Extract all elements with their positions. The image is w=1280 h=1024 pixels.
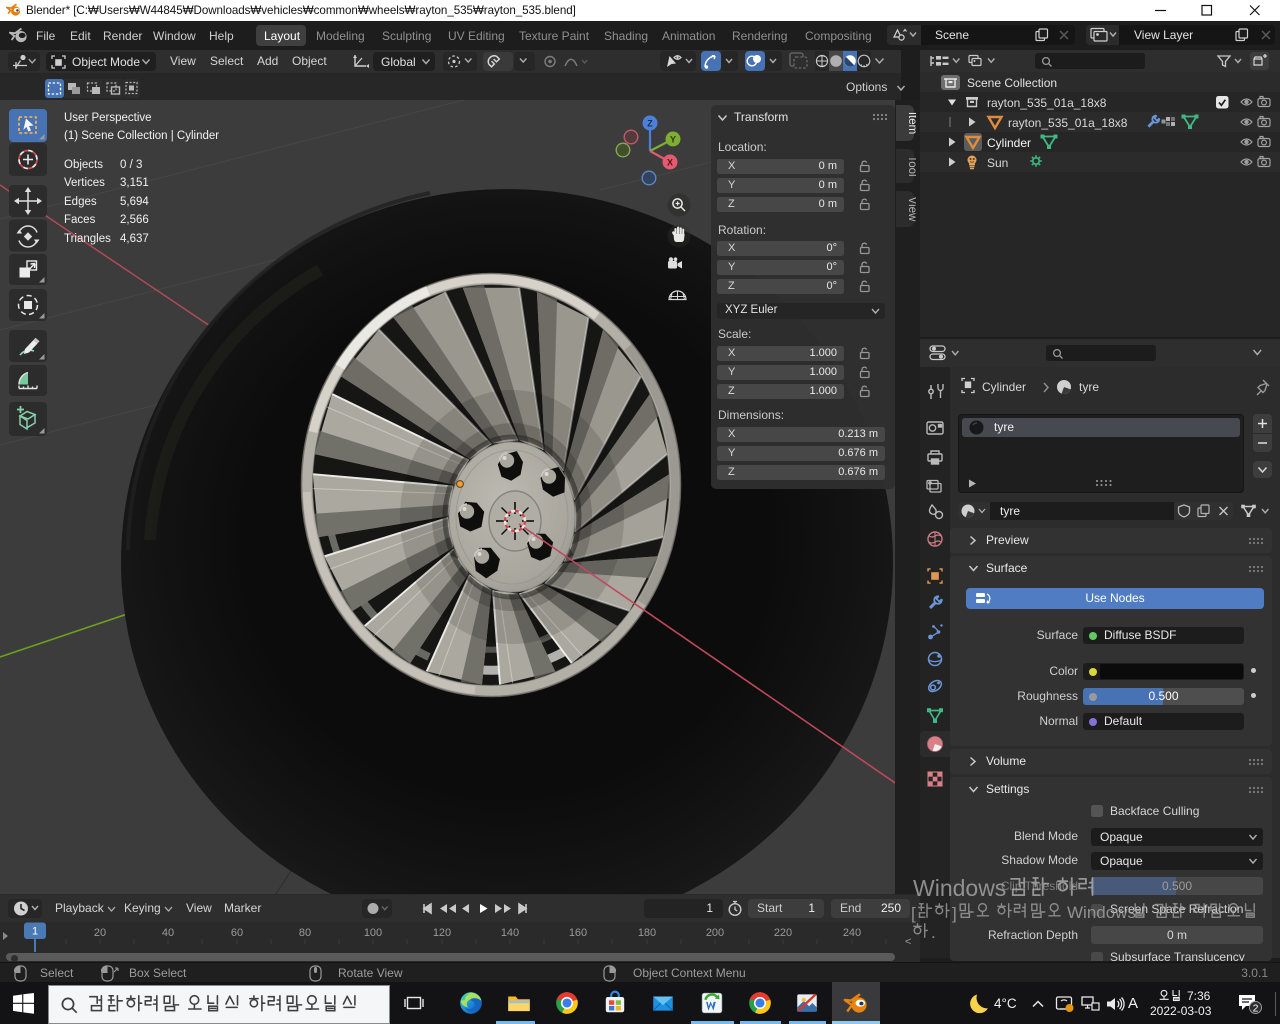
svg-text:rayton_535_01a_18x8: rayton_535_01a_18x8 [1008,116,1128,130]
svg-text:200: 200 [706,927,724,939]
svg-text:40: 40 [162,927,174,939]
svg-text:180: 180 [638,927,656,939]
svg-text:220: 220 [774,927,792,939]
svg-text:160: 160 [569,927,587,939]
svg-text:Cylinder: Cylinder [987,136,1031,150]
svg-text:Sun: Sun [987,156,1008,170]
svg-text:Scene Collection: Scene Collection [967,76,1057,90]
svg-text:.: . [308,995,313,1014]
svg-text:100: 100 [364,927,382,939]
svg-text:80: 80 [299,927,311,939]
svg-text:2: 2 [1253,1002,1259,1014]
svg-text:60: 60 [231,927,243,939]
svg-text:1: 1 [32,926,38,938]
svg-text:120: 120 [433,927,451,939]
svg-text:7:36: 7:36 [1187,989,1211,1002]
svg-text:240: 240 [843,927,861,939]
svg-text:140: 140 [501,927,519,939]
svg-text:rayton_535_01a_18x8: rayton_535_01a_18x8 [987,96,1107,110]
svg-text:20: 20 [94,927,106,939]
